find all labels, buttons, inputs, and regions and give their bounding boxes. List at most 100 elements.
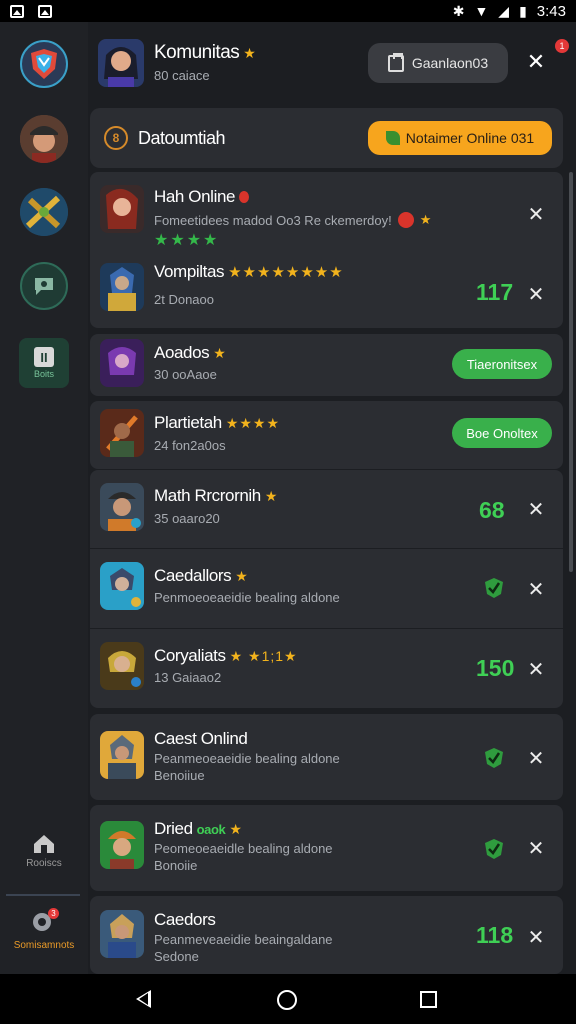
header-action-label: Gaanlaon03	[411, 55, 489, 71]
item-title: Aoados	[154, 343, 210, 362]
check-shield-icon[interactable]	[484, 747, 504, 769]
list-card: Caedors Peanmeveaeidie beaingaldane Sedo…	[90, 896, 563, 974]
wifi-icon: ▼	[474, 3, 489, 19]
promo-banner: 8 Datoumtiah Notaimer Online 031	[90, 108, 563, 168]
app-logo-icon[interactable]	[20, 40, 68, 88]
game-thumbnail	[100, 339, 144, 387]
list-card: Caest Onlind Peanmeoeaeidie bealing aldo…	[90, 714, 563, 800]
item-meta: Bonoiie	[154, 858, 198, 873]
close-icon[interactable]: ✕	[524, 497, 548, 521]
item-subtitle: 13 Gaiaao2	[154, 670, 222, 685]
page-title: Komunitas	[154, 42, 240, 63]
sidebar-tile-label: Boits	[33, 369, 54, 379]
item-subtitle: 35 oaaro20	[154, 511, 220, 526]
list-item[interactable]: Caedors Peanmeveaeidie beaingaldane Sedo…	[90, 896, 563, 974]
list-item[interactable]: Aoados ★ 30 ooAaoe Tiaeronitsex	[90, 334, 563, 396]
bluetooth-icon: ✱	[452, 2, 465, 19]
page-subtitle: 80 caiace	[154, 68, 210, 83]
status-time: 3:43	[536, 2, 566, 20]
close-icon[interactable]: ✕	[524, 657, 548, 681]
sidebar-item-rooiscs[interactable]: Rooiscs	[0, 832, 88, 869]
list-item[interactable]: Hah Online Fomeetidees madod Oo3 Re ckem…	[90, 172, 563, 250]
header-action-button[interactable]: Gaanlaon03	[368, 43, 508, 83]
list-card: Plartietah ★★★★ 24 fon2a0os Boe Onoltex	[90, 401, 563, 469]
home-icon[interactable]	[277, 990, 297, 1010]
gallery-notification-icon	[10, 4, 24, 18]
status-pill-button[interactable]: Tiaeronitsex	[452, 349, 552, 379]
status-bar: ✱ ▼ ◢ ▮ 3:43	[0, 0, 576, 22]
list-item[interactable]: Dried oaok ★ Peomeoeaeidle bealing aldon…	[90, 805, 563, 891]
item-rating: ★★★★	[225, 414, 281, 431]
close-icon[interactable]: ✕	[524, 202, 548, 226]
sidebar-avatar-icon[interactable]	[20, 115, 68, 163]
item-subtitle: Penmoeoeaeidie bealing aldone	[154, 590, 340, 605]
item-subtitle: Fomeetidees madod Oo3 Re ckemerdoy!	[154, 212, 392, 228]
item-title: Hah Online	[154, 187, 236, 206]
close-icon[interactable]: ✕	[524, 836, 548, 860]
list-item[interactable]: Math Rrcrornih ★ 35 oaaro20 68 ✕	[90, 470, 563, 548]
game-thumbnail	[100, 263, 144, 311]
list-item[interactable]: Caest Onlind Peanmeoeaeidie bealing aldo…	[90, 714, 563, 800]
star-icon: ★	[213, 344, 226, 361]
star-icon: ★	[264, 487, 278, 504]
close-icon[interactable]: ✕	[524, 577, 548, 601]
list-item[interactable]: Caedallors ★ Penmoeoeaeidie bealing aldo…	[90, 548, 563, 628]
banner-cta-label: Notaimer Online 031	[405, 130, 535, 146]
list-item[interactable]: Coryaliats ★ ★1;1★ 13 Gaiaao2 150 ✕	[90, 628, 563, 708]
heart-icon	[397, 212, 414, 228]
recents-icon[interactable]	[420, 991, 437, 1008]
list-card: Aoados ★ 30 ooAaoe Tiaeronitsex	[90, 334, 563, 396]
header: Komunitas ★ 80 caiace Gaanlaon03 ✕ 1	[88, 22, 576, 106]
star-icon: ★	[419, 212, 432, 227]
close-icon[interactable]: ✕	[524, 746, 548, 770]
list-item[interactable]: Vompiltas ★★★★★★★★ 2t Donaoo 117 ✕	[90, 250, 563, 328]
sidebar-divider	[6, 894, 80, 896]
item-count: 150	[476, 655, 515, 681]
settings-badge-group: 3	[30, 908, 59, 936]
battery-icon: ▮	[519, 2, 527, 19]
star-icon: ★	[243, 44, 256, 61]
item-count: 68	[479, 497, 505, 523]
item-title: Plartietah	[154, 413, 222, 432]
list-card: Math Rrcrornih ★ 35 oaaro20 68 ✕ Caedall…	[90, 470, 563, 708]
game-thumbnail	[100, 483, 144, 531]
house-icon	[34, 835, 54, 853]
scrollbar[interactable]	[569, 172, 573, 572]
banner-cta-button[interactable]: Notaimer Online 031	[368, 121, 552, 155]
sidebar-badge: 3	[48, 908, 59, 919]
system-nav-bar	[0, 974, 576, 1024]
crossed-swords-icon[interactable]	[20, 188, 68, 236]
list-item[interactable]: Plartietah ★★★★ 24 fon2a0os Boe Onoltex	[90, 401, 563, 469]
item-rating: ★ ★1;1★	[229, 647, 298, 664]
list-card: Hah Online Fomeetidees madod Oo3 Re ckem…	[90, 172, 563, 328]
game-thumbnail	[100, 185, 144, 233]
check-shield-icon[interactable]	[484, 838, 504, 860]
chat-bubble-icon[interactable]	[20, 262, 68, 310]
back-icon[interactable]	[136, 990, 151, 1008]
item-meta: Benoiiue	[154, 768, 205, 783]
sidebar-item-label: Rooiscs	[26, 858, 62, 869]
gallery-notification-icon	[38, 4, 52, 18]
game-thumbnail	[100, 642, 144, 690]
sidebar-tile-boits[interactable]: II Boits	[19, 338, 69, 388]
item-title: Math Rrcrornih	[154, 486, 261, 505]
close-icon[interactable]: ✕	[524, 49, 548, 74]
close-icon[interactable]: ✕	[524, 282, 548, 306]
signal-icon: ◢	[498, 2, 510, 19]
item-rating: ★★★★★★★★	[228, 264, 344, 281]
item-tag: oaok	[196, 821, 226, 837]
notification-badge: 1	[555, 39, 569, 53]
coin-icon: 8	[104, 126, 128, 150]
close-icon[interactable]: ✕	[524, 925, 548, 949]
check-shield-icon[interactable]	[484, 577, 504, 599]
community-avatar[interactable]	[98, 39, 144, 87]
item-title: Vompiltas	[154, 262, 225, 281]
sidebar-item-somisamnots[interactable]: 3 Somisamnots	[0, 908, 88, 951]
item-count: 117	[476, 279, 514, 305]
tile-glyph-icon: II	[34, 347, 54, 367]
item-subtitle: Peanmeveaeidie beaingaldane	[154, 932, 333, 947]
status-pill-button[interactable]: Boe Onoltex	[452, 418, 552, 448]
item-subtitle: Peanmeoeaeidie bealing aldone	[154, 751, 340, 766]
item-meta: Sedone	[154, 949, 199, 964]
item-title: Coryaliats	[154, 646, 226, 665]
